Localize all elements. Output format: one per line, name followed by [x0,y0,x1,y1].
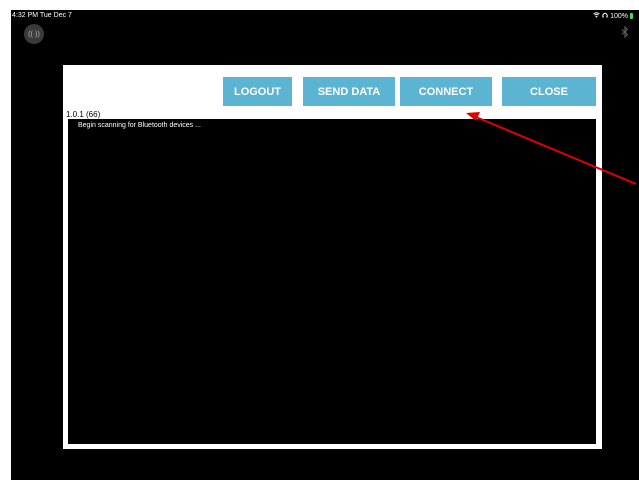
annotation-arrow [466,112,637,185]
